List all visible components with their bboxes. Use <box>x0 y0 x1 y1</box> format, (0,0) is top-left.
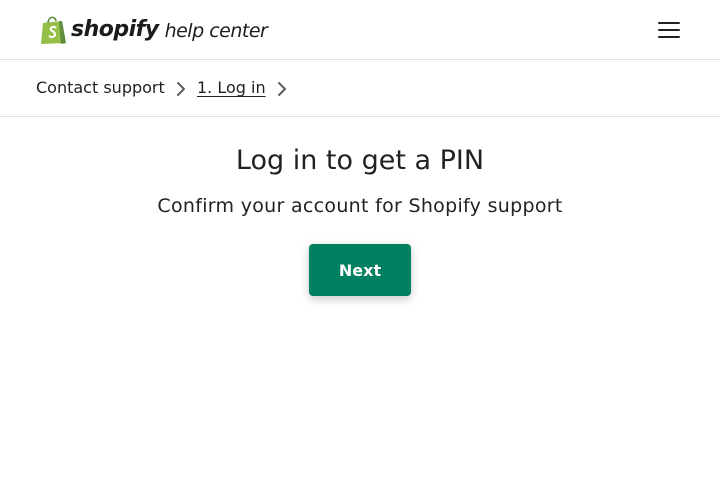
next-button[interactable]: Next <box>309 244 411 296</box>
page-subtitle: Confirm your account for Shopify support <box>157 195 563 217</box>
logo-tagline-text: help center <box>164 20 268 42</box>
menu-bar-bottom <box>658 36 680 38</box>
menu-bar-top <box>658 22 680 24</box>
logo-brand-text: shopify <box>71 17 159 42</box>
chevron-right-icon <box>278 82 286 96</box>
shopify-help-center-logo[interactable]: shopify help center <box>40 15 268 45</box>
breadcrumb-log-in[interactable]: 1. Log in <box>197 79 266 97</box>
chevron-right-icon <box>177 82 185 96</box>
breadcrumb: Contact support 1. Log in <box>0 60 720 117</box>
site-header: shopify help center <box>0 0 720 60</box>
breadcrumb-contact-support[interactable]: Contact support <box>36 79 165 97</box>
menu-bar-middle <box>658 29 680 31</box>
shopify-bag-icon <box>41 16 66 44</box>
page-title: Log in to get a PIN <box>235 145 485 176</box>
hamburger-menu-icon[interactable] <box>656 18 684 42</box>
